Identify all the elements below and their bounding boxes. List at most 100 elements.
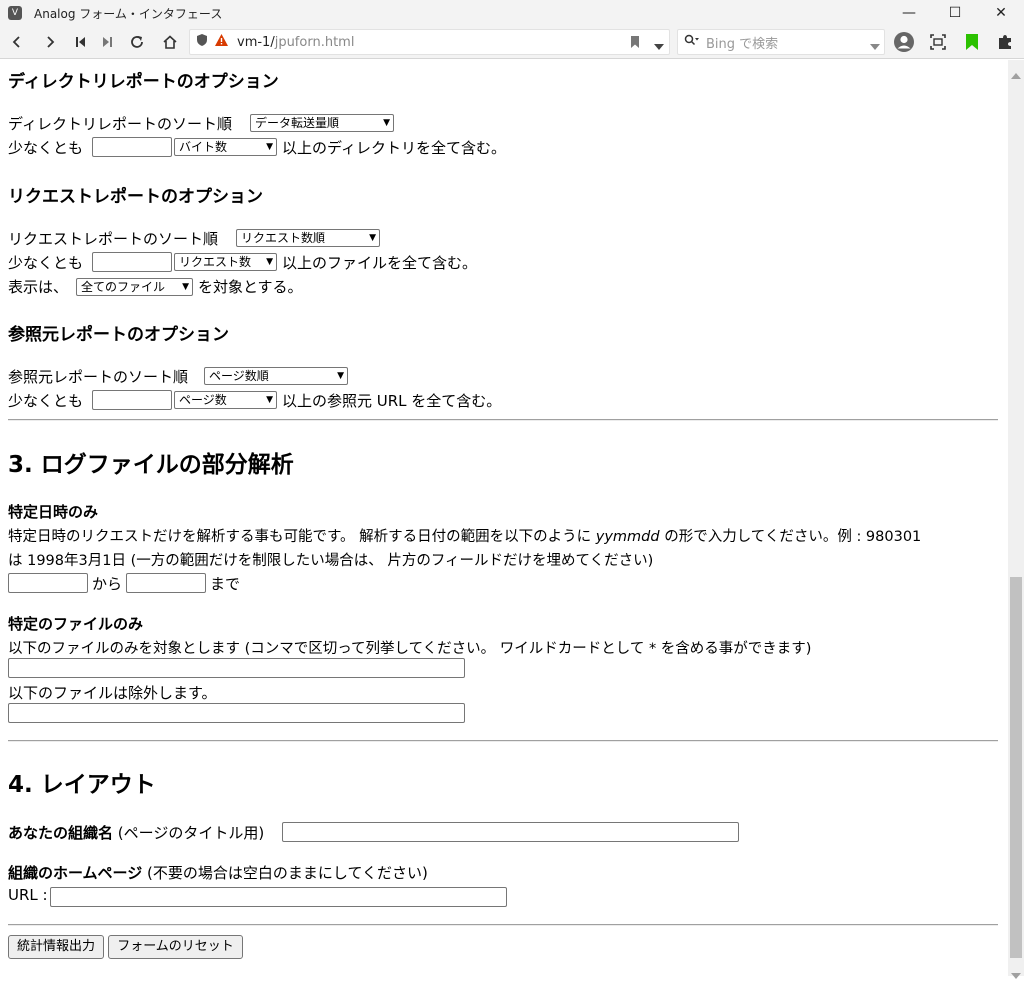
org-name-label-bold: あなたの組織名: [8, 824, 114, 842]
directory-min-suffix: 以上のディレクトリを全て含む。: [282, 139, 506, 157]
directory-min-unit-select[interactable]: バイト数 ▼: [174, 138, 277, 156]
request-min-prefix: 少なくとも: [8, 254, 84, 272]
search-bar[interactable]: Bing で検索: [677, 29, 885, 55]
search-dropdown-icon[interactable]: [870, 39, 880, 54]
request-show-prefix: 表示は、: [8, 278, 69, 296]
include-files-label: 以下のファイルのみを対象とします (コンマで区切って列挙してください。 ワイルド…: [8, 641, 812, 657]
address-bar[interactable]: vm-1/jpuforn.html: [189, 29, 670, 55]
request-show-suffix: を対象とする。: [198, 278, 303, 296]
org-homepage-label-bold: 組織のホームページ: [8, 864, 143, 882]
directory-min-input[interactable]: [92, 137, 172, 157]
profile-icon[interactable]: [892, 30, 916, 54]
request-min-suffix: 以上のファイルを全て含む。: [282, 254, 478, 272]
date-to-input[interactable]: [126, 573, 206, 593]
extensions-icon[interactable]: [960, 30, 984, 54]
window-titlebar: V Analog フォーム・インタフェース — ☐ ✕: [0, 0, 1024, 26]
referrer-sort-select[interactable]: ページ数順 ▼: [204, 367, 348, 385]
referrer-sort-label: 参照元レポートのソート順: [8, 368, 189, 386]
referrer-sort-value: ページ数順: [209, 369, 269, 383]
address-dropdown-icon[interactable]: [654, 39, 664, 54]
request-show-value: 全てのファイル: [81, 280, 166, 294]
homepage-url-input[interactable]: [50, 887, 507, 907]
date-from-input[interactable]: [8, 573, 88, 593]
exclude-files-input[interactable]: [8, 703, 465, 723]
bookmark-icon[interactable]: [630, 35, 640, 53]
date-only-heading: 特定日時のみ: [8, 503, 99, 521]
section-divider: [8, 419, 998, 421]
directory-sort-label: ディレクトリレポートのソート順: [8, 115, 232, 133]
referrer-options-heading: 参照元レポートのオプション: [8, 325, 229, 345]
chevron-down-icon: ▼: [266, 257, 273, 267]
request-sort-select[interactable]: リクエスト数順 ▼: [236, 229, 380, 247]
scrollbar-thumb[interactable]: [1010, 577, 1022, 958]
window-controls: — ☐ ✕: [886, 0, 1024, 26]
browser-toolbar: vm-1/jpuforn.html Bing で検索: [0, 26, 1024, 59]
directory-options-heading: ディレクトリレポートのオプション: [8, 72, 279, 92]
scroll-up-arrow-icon[interactable]: [1011, 64, 1021, 83]
url-label: URL :: [8, 886, 48, 904]
chevron-down-icon: ▼: [383, 118, 390, 128]
home-icon[interactable]: [158, 30, 182, 54]
request-sort-label: リクエストレポートのソート順: [8, 230, 219, 248]
reload-icon[interactable]: [125, 30, 149, 54]
referrer-min-input[interactable]: [92, 390, 172, 410]
window-title: Analog フォーム・インタフェース: [34, 6, 223, 21]
date-description-line2: は 1998年3月1日 (一方の範囲だけを制限したい場合は、 片方のフィールドだ…: [8, 553, 654, 569]
referrer-min-unit-select[interactable]: ページ数 ▼: [174, 391, 277, 409]
request-show-select[interactable]: 全てのファイル ▼: [76, 278, 193, 296]
date-from-label: から: [92, 575, 123, 593]
exclude-files-label: 以下のファイルは除外します。: [8, 684, 217, 702]
warning-icon[interactable]: [214, 33, 229, 51]
chevron-down-icon: ▼: [266, 395, 273, 405]
partial-analysis-heading: 3. ログファイルの部分解析: [8, 452, 294, 478]
org-name-label: あなたの組織名 (ページのタイトル用): [8, 822, 264, 843]
minimize-button[interactable]: —: [886, 0, 932, 26]
directory-sort-value: データ転送量順: [255, 116, 340, 130]
url-host: vm-1/: [237, 34, 275, 50]
search-input[interactable]: Bing で検索: [706, 33, 778, 52]
section-divider: [8, 924, 998, 926]
directory-sort-select[interactable]: データ転送量順 ▼: [250, 114, 394, 132]
date-desc-part2: の形で入力してください。例 : 980301: [664, 529, 922, 545]
close-button[interactable]: ✕: [978, 0, 1024, 26]
screenshot-icon[interactable]: [926, 30, 950, 54]
org-name-input[interactable]: [282, 822, 739, 842]
url-path: jpuforn.html: [274, 34, 355, 50]
submit-button[interactable]: 統計情報出力: [8, 935, 104, 959]
maximize-button[interactable]: ☐: [932, 0, 978, 26]
url-text: vm-1/jpuforn.html: [237, 35, 354, 50]
page-content: ディレクトリレポートのオプション ディレクトリレポートのソート順 データ転送量順…: [0, 60, 1008, 976]
request-options-heading: リクエストレポートのオプション: [8, 187, 263, 207]
referrer-min-prefix: 少なくとも: [8, 392, 84, 410]
chevron-down-icon: ▼: [369, 233, 376, 243]
file-only-heading: 特定のファイルのみ: [8, 615, 144, 633]
section-divider: [8, 740, 998, 742]
date-desc-part1: 特定日時のリクエストだけを解析する事も可能です。 解析する日付の範囲を以下のよう…: [8, 529, 592, 545]
referrer-min-unit-value: ページ数: [179, 393, 227, 407]
directory-min-prefix: 少なくとも: [8, 139, 84, 157]
scroll-down-arrow-icon[interactable]: [1011, 964, 1021, 983]
date-description-line1: 特定日時のリクエストだけを解析する事も可能です。 解析する日付の範囲を以下のよう…: [8, 525, 921, 546]
date-format-text: yymmdd: [595, 529, 660, 545]
back-icon[interactable]: [5, 30, 29, 54]
search-icon[interactable]: [684, 34, 700, 50]
chevron-down-icon: ▼: [182, 282, 189, 292]
request-min-input[interactable]: [92, 252, 172, 272]
include-files-input[interactable]: [8, 658, 465, 678]
layout-heading: 4. レイアウト: [8, 772, 156, 798]
first-page-icon[interactable]: [69, 30, 93, 54]
forward-icon[interactable]: [38, 30, 62, 54]
reset-button[interactable]: フォームのリセット: [108, 935, 243, 959]
request-sort-value: リクエスト数順: [241, 231, 326, 245]
request-min-unit-select[interactable]: リクエスト数 ▼: [174, 253, 277, 271]
chevron-down-icon: ▼: [337, 371, 344, 381]
referrer-min-suffix: 以上の参照元 URL を全て含む。: [282, 392, 502, 410]
shield-icon[interactable]: [196, 33, 208, 51]
chevron-down-icon: ▼: [266, 142, 273, 152]
puzzle-icon[interactable]: [993, 30, 1017, 54]
date-to-label: まで: [210, 575, 241, 593]
last-page-icon[interactable]: [95, 30, 119, 54]
directory-min-unit-value: バイト数: [179, 140, 228, 154]
org-name-label-rest: (ページのタイトル用): [117, 824, 265, 842]
app-logo-icon: V: [8, 6, 22, 20]
